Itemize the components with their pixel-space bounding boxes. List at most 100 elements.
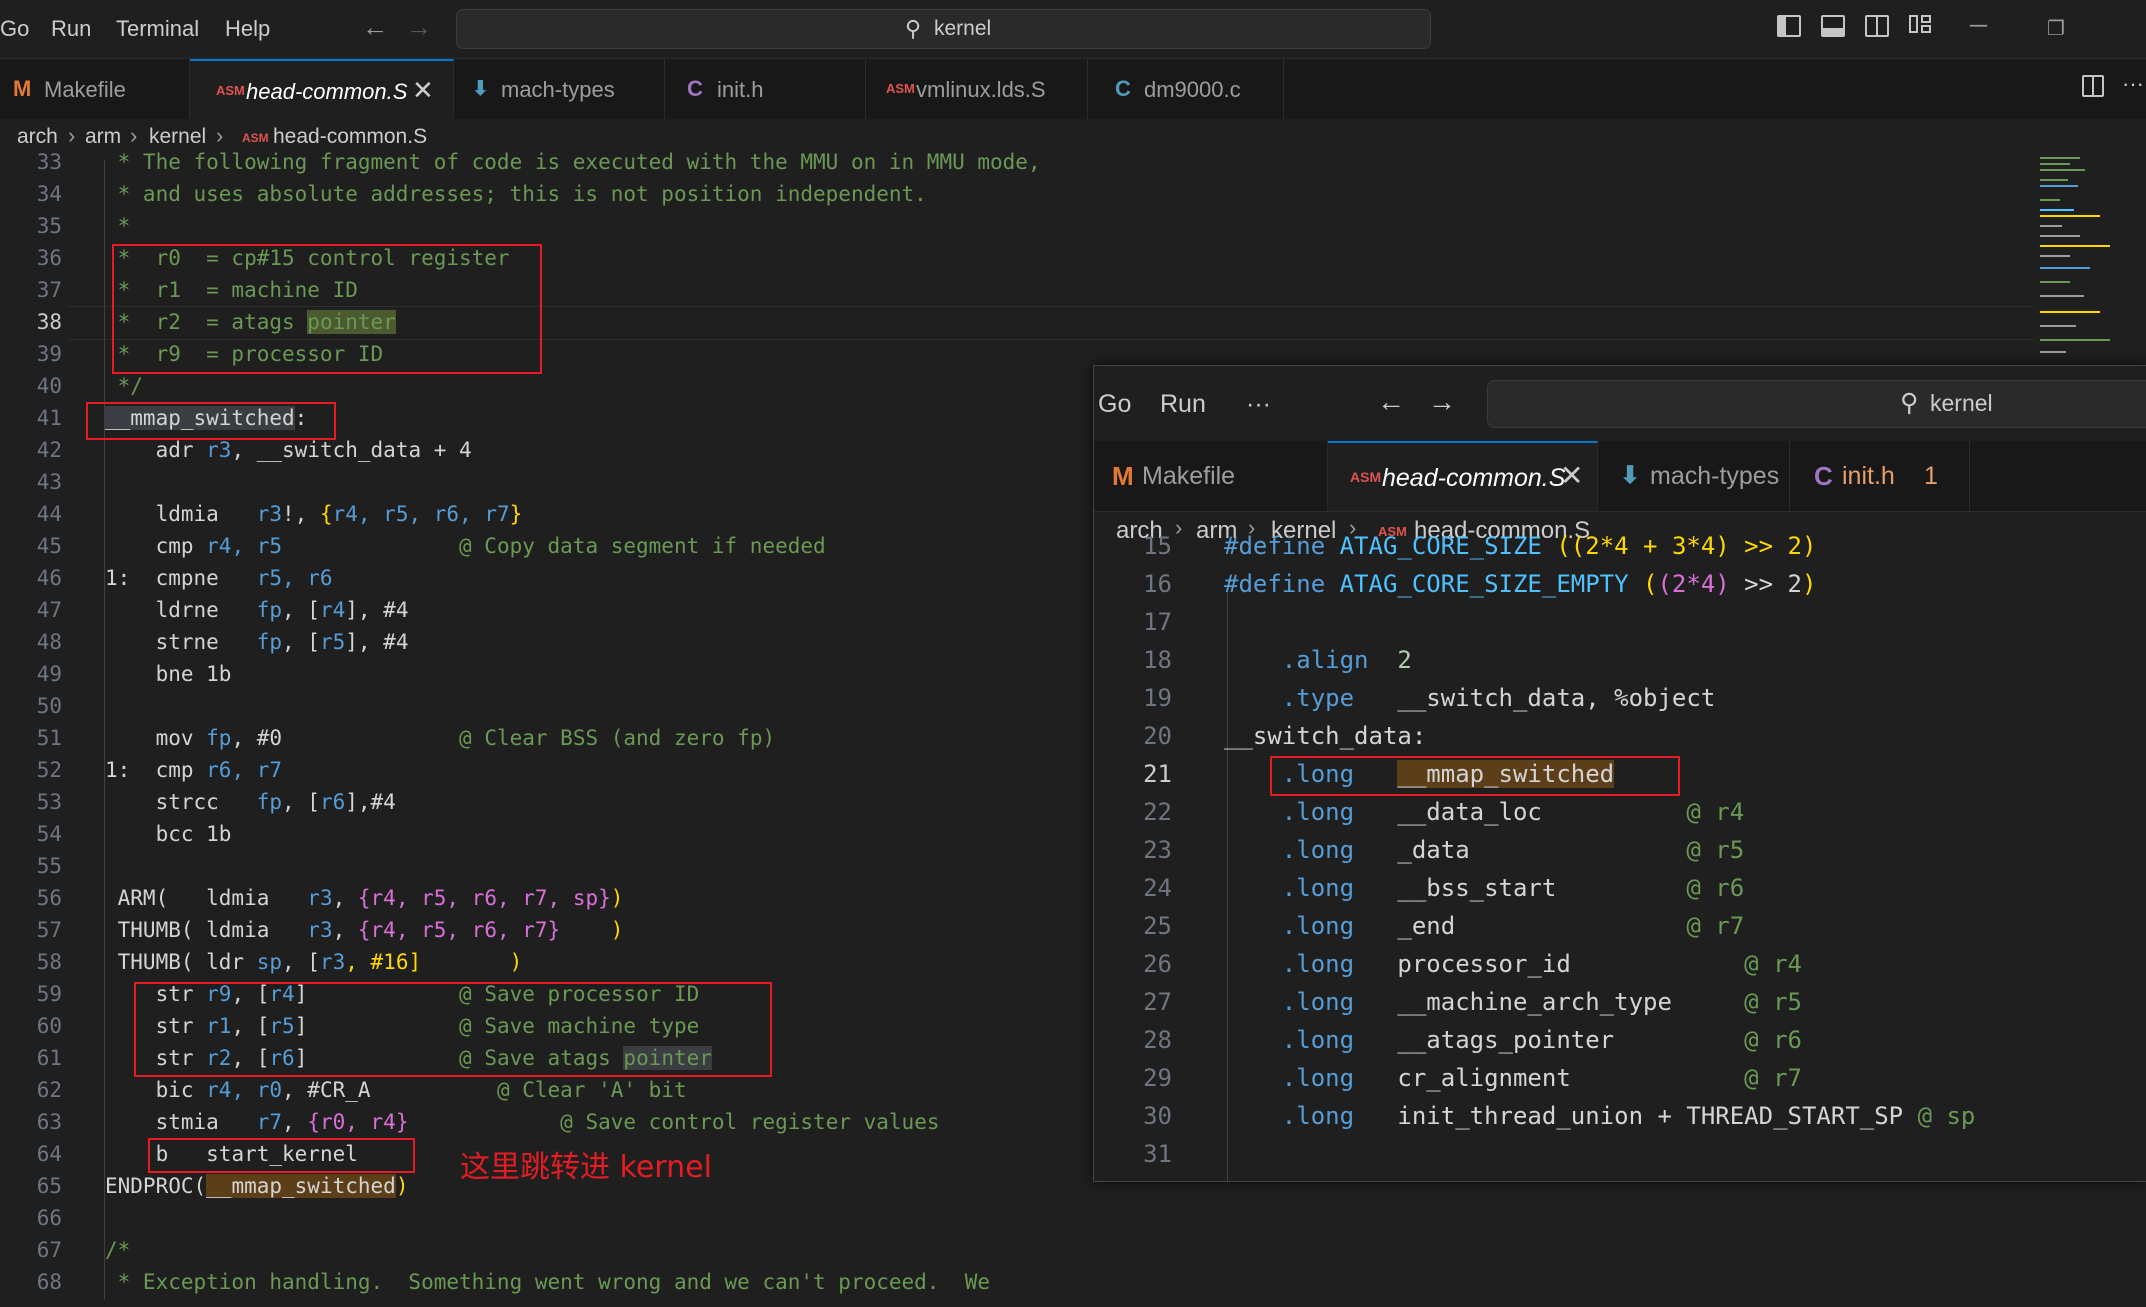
overlay-command-center-search[interactable]: ⚲ kernel	[1487, 380, 2146, 428]
search-text: kernel	[934, 17, 992, 40]
code-token: adr	[105, 438, 207, 462]
breadcrumb-arch[interactable]: arch	[17, 125, 58, 149]
tab-label: init.h	[717, 77, 764, 102]
overlay-code-editor[interactable]: 15 #define ATAG_CORE_SIZE ((2*4 + 3*4) >…	[1094, 532, 2146, 1181]
menu-help[interactable]: Help	[225, 16, 270, 42]
code-token: r3	[307, 918, 333, 942]
tab-mach-types[interactable]: ⬇ mach-types	[454, 59, 665, 119]
code-token: cmp	[105, 534, 207, 558]
more-menu-icon[interactable]: ···	[1246, 390, 1271, 419]
code-comment: @ r7	[1570, 1064, 1802, 1092]
code-line: .long __bss_start @ r6	[1224, 874, 1744, 902]
tab-init-h[interactable]: C init.h	[665, 59, 866, 119]
customize-layout-icon[interactable]	[1909, 15, 1933, 37]
code-line: bcc 1b	[105, 822, 232, 846]
code-token: ldrne	[105, 598, 257, 622]
chevron-right-icon: ›	[68, 123, 76, 148]
code-token: 2	[1397, 646, 1412, 674]
code-token: ARM( ldmia	[105, 886, 308, 910]
line-number: 18	[1143, 646, 1172, 674]
makefile-icon: M	[13, 76, 32, 101]
breadcrumb-arm[interactable]: arm	[85, 125, 121, 149]
code-token: __switch_data	[256, 438, 422, 462]
code-line: THUMB( ldr sp, [r3, #16] )	[105, 950, 523, 974]
breadcrumb-kernel[interactable]: kernel	[149, 125, 206, 149]
line-number: 25	[1143, 912, 1172, 940]
tab-label: init.h	[1842, 462, 1895, 490]
chevron-right-icon: ›	[130, 123, 138, 148]
line-number: 20	[1143, 722, 1172, 750]
code-token: r4	[319, 598, 346, 622]
tab-makefile[interactable]: M Makefile	[0, 59, 190, 119]
word-highlight: __mmap_switched	[206, 1174, 396, 1198]
code-token: r3	[307, 886, 333, 910]
code-comment: @ sp	[1903, 1102, 1976, 1130]
toggle-primary-sidebar-icon[interactable]	[1777, 15, 1801, 37]
tab-head-common-s[interactable]: ASM head-common.S ✕	[190, 59, 454, 119]
code-token: {r4, r5, r6, r7, sp}	[357, 886, 611, 910]
code-token: }	[509, 502, 523, 526]
code-line: bne 1b	[105, 662, 232, 686]
tab-init-h[interactable]: C init.h 1	[1790, 441, 1970, 511]
code-line: * and uses absolute addresses; this is n…	[105, 182, 927, 206]
back-arrow-icon[interactable]: ←	[362, 12, 388, 43]
code-token: ENDPROC(	[105, 1174, 207, 1198]
annotation-box-mmap-switched-label	[86, 402, 336, 440]
code-token: .long	[1224, 874, 1398, 902]
c-header-icon: C	[1814, 461, 1833, 491]
line-number: 23	[1143, 836, 1172, 864]
menu-go[interactable]: Go	[1098, 390, 1131, 419]
breadcrumb-file[interactable]: head-common.S	[273, 125, 427, 149]
command-center-search[interactable]: ⚲ kernel	[456, 9, 1431, 49]
search-text: kernel	[1930, 390, 1993, 416]
code-line: 1: cmp r6, r7	[105, 758, 282, 782]
tab-head-common-s[interactable]: ASM head-common.S ✕	[1328, 441, 1598, 511]
more-actions-icon[interactable]: ···	[2122, 71, 2144, 97]
code-token: , #16] )	[345, 950, 523, 974]
code-line: .long processor_id @ r4	[1224, 950, 1802, 978]
code-line: ARM( ldmia r3, {r4, r5, r6, r7, sp})	[105, 886, 624, 910]
forward-arrow-icon[interactable]: →	[406, 12, 432, 43]
code-token: r3	[256, 502, 283, 526]
line-number: 24	[1143, 874, 1172, 902]
tab-mach-types[interactable]: ⬇ mach-types	[1598, 441, 1790, 511]
code-token: fp	[256, 598, 283, 622]
annotation-box-register-comments	[112, 244, 542, 374]
toggle-panel-icon[interactable]	[1821, 15, 1845, 37]
menu-run[interactable]: Run	[51, 16, 91, 42]
forward-arrow-icon[interactable]: →	[1428, 386, 1456, 418]
code-token: ldmia	[105, 502, 257, 526]
code-comment: @ r6	[1556, 874, 1745, 902]
code-token: mov	[105, 726, 207, 750]
code-token: .long	[1224, 988, 1398, 1016]
code-line: .long __data_loc @ r4	[1224, 798, 1744, 826]
code-token: __data_loc	[1397, 798, 1542, 826]
code-line: ldmia r3!, {r4, r5, r6, r7}	[105, 502, 523, 526]
tab-makefile[interactable]: M Makefile	[1094, 441, 1328, 511]
code-line: .long _end @ r7	[1224, 912, 1744, 940]
minimize-icon[interactable]: ─	[1970, 12, 1987, 40]
code-token: .long	[1224, 798, 1398, 826]
close-icon[interactable]: ✕	[412, 75, 434, 106]
line-number: 17	[1143, 608, 1172, 636]
line-number: 26	[1143, 950, 1172, 978]
menu-go[interactable]: Go	[0, 16, 29, 42]
menu-run[interactable]: Run	[1160, 390, 1206, 419]
chevron-right-icon: ›	[1175, 515, 1183, 540]
code-comment: @ r4	[1570, 950, 1802, 978]
split-editor-icon[interactable]	[2082, 75, 2104, 97]
tab-label: Makefile	[1142, 462, 1236, 490]
restore-icon[interactable]: ❐	[2047, 16, 2065, 41]
toggle-secondary-sidebar-icon[interactable]	[1865, 15, 1889, 37]
code-token: ATAG_CORE_SIZE	[1339, 532, 1557, 560]
code-token: bic	[105, 1078, 207, 1102]
menu-terminal[interactable]: Terminal	[116, 16, 199, 42]
code-token: .long	[1224, 836, 1398, 864]
code-token: , #CR_A	[282, 1078, 371, 1102]
code-token: ,	[282, 1110, 308, 1134]
tab-dm9000-c[interactable]: C dm9000.c	[1088, 59, 1284, 119]
tab-vmlinux-lds-s[interactable]: ASM vmlinux.lds.S	[866, 59, 1088, 119]
code-token: ,	[231, 438, 257, 462]
back-arrow-icon[interactable]: ←	[1377, 386, 1405, 418]
close-icon[interactable]: ✕	[1560, 459, 1583, 492]
